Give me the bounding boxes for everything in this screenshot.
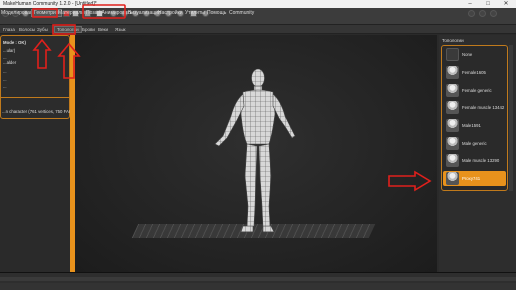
highlight-box-icon — [52, 24, 76, 35]
highlight-box-icon — [82, 4, 126, 19]
highlight-box-icon — [32, 8, 58, 18]
arrow-up-icon — [32, 38, 52, 69]
arrow-up-icon — [57, 42, 81, 79]
annotation-overlay — [32, 4, 432, 192]
arrow-right-icon — [388, 170, 432, 192]
